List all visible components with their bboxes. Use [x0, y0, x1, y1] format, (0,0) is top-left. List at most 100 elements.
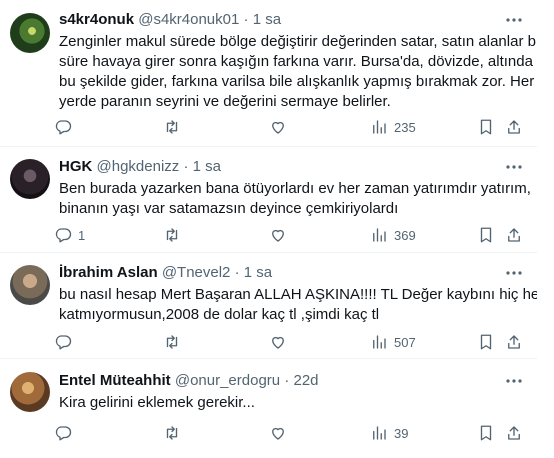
- tweet[interactable]: Entel Müteahhit @onur_erdogru · 22d Kira…: [0, 359, 537, 458]
- share-button[interactable]: [505, 423, 523, 443]
- reply-icon: [55, 120, 72, 135]
- reply-button[interactable]: [54, 117, 78, 137]
- reply-feed: s4kr4onuk @s4kr4onuk01 · 1 sa Zenginler …: [0, 0, 554, 458]
- bookmark-icon: [480, 334, 492, 350]
- avatar[interactable]: [10, 13, 50, 53]
- share-button[interactable]: [505, 332, 523, 352]
- retweet-button[interactable]: [163, 117, 181, 137]
- display-name[interactable]: İbrahim Aslan: [59, 264, 158, 281]
- share-icon: [508, 120, 520, 134]
- bookmark-button[interactable]: [477, 423, 495, 443]
- action-bar: 39: [0, 423, 537, 443]
- share-icon: [508, 228, 520, 242]
- page-margin: [537, 0, 554, 458]
- views-button[interactable]: 235: [370, 117, 416, 137]
- handle[interactable]: @Tnevel2: [162, 264, 231, 281]
- bookmark-button[interactable]: [477, 225, 495, 245]
- share-button[interactable]: [505, 225, 523, 245]
- more-icon[interactable]: [505, 159, 523, 179]
- retweet-icon: [166, 426, 178, 440]
- views-button[interactable]: 507: [370, 332, 416, 352]
- reply-button[interactable]: [54, 423, 78, 443]
- views-icon: [373, 426, 386, 440]
- tweet-text: Kira gelirini eklemek gerekir...: [59, 393, 514, 413]
- view-count: 507: [394, 334, 416, 350]
- tweet-text-line: süre havaya girer sonra kaşığın farkına …: [59, 53, 554, 70]
- more-icon[interactable]: [505, 373, 523, 393]
- timestamp[interactable]: 1 sa: [253, 11, 281, 28]
- action-bar: 235: [0, 117, 537, 137]
- views-icon: [373, 228, 386, 242]
- like-button[interactable]: [269, 423, 287, 443]
- tweet-text: bu nasıl hesap Mert Başaran ALLAH AŞKINA…: [59, 285, 554, 325]
- like-icon: [272, 336, 284, 349]
- avatar[interactable]: [10, 372, 50, 412]
- handle[interactable]: @onur_erdogru: [175, 372, 280, 389]
- like-icon: [272, 427, 284, 440]
- reply-button[interactable]: [54, 332, 78, 352]
- tweet[interactable]: HGK @hgkdenizz · 1 sa Ben burada yazarke…: [0, 147, 537, 253]
- views-button[interactable]: 369: [370, 225, 416, 245]
- bookmark-button[interactable]: [477, 332, 495, 352]
- avatar[interactable]: [10, 159, 50, 199]
- retweet-button[interactable]: [163, 423, 181, 443]
- handle[interactable]: @hgkdenizz: [97, 158, 180, 175]
- like-button[interactable]: [269, 332, 287, 352]
- timestamp[interactable]: 22d: [293, 372, 318, 389]
- tweet-header: İbrahim Aslan @Tnevel2 · 1 sa: [59, 263, 272, 283]
- tweet-text: Zenginler makul sürede bölge değiştirir …: [59, 32, 554, 112]
- retweet-button[interactable]: [163, 332, 181, 352]
- separator-dot: ·: [234, 264, 240, 281]
- share-button[interactable]: [505, 117, 523, 137]
- view-count: 39: [394, 425, 409, 441]
- tweet-text-line: Ben burada yazarken bana ötüyorlardı ev …: [59, 180, 531, 197]
- views-icon: [373, 335, 386, 349]
- separator-dot: ·: [183, 158, 189, 175]
- view-count: 235: [394, 119, 416, 135]
- tweet-text-line: Zenginler makul sürede bölge değiştirir …: [59, 33, 545, 50]
- bookmark-icon: [480, 425, 492, 441]
- tweet-text-line: Kira gelirini eklemek gerekir...: [59, 394, 255, 411]
- retweet-icon: [166, 335, 178, 349]
- display-name[interactable]: s4kr4onuk: [59, 11, 134, 28]
- retweet-button[interactable]: [163, 225, 181, 245]
- tweet-header: s4kr4onuk @s4kr4onuk01 · 1 sa: [59, 10, 281, 30]
- action-bar: 507: [0, 332, 537, 352]
- like-button[interactable]: [269, 225, 287, 245]
- reply-button[interactable]: 1: [54, 225, 85, 245]
- display-name[interactable]: Entel Müteahhit: [59, 372, 171, 389]
- bookmark-icon: [480, 227, 492, 243]
- tweet-text-line: katmıyormusun,2008 de dolar kaç tl ,şimd…: [59, 306, 380, 323]
- handle[interactable]: @s4kr4onuk01: [138, 11, 239, 28]
- views-button[interactable]: 39: [370, 423, 408, 443]
- tweet[interactable]: İbrahim Aslan @Tnevel2 · 1 sa bu nasıl h…: [0, 253, 554, 359]
- tweet-text: Ben burada yazarken bana ötüyorlardı ev …: [59, 179, 531, 219]
- tweet-text-line: binanın yaşı var satamazsın deyince çemk…: [59, 200, 399, 217]
- separator-dot: ·: [284, 372, 290, 389]
- retweet-icon: [166, 120, 178, 134]
- share-icon: [508, 426, 520, 440]
- tweet-text-line: bu nasıl hesap Mert Başaran ALLAH AŞKINA…: [59, 286, 554, 303]
- views-icon: [373, 120, 386, 134]
- separator-dot: ·: [243, 11, 249, 28]
- reply-count: 1: [78, 227, 86, 243]
- like-icon: [272, 229, 284, 242]
- display-name[interactable]: HGK: [59, 158, 92, 175]
- reply-icon: [55, 335, 72, 350]
- tweet[interactable]: s4kr4onuk @s4kr4onuk01 · 1 sa Zenginler …: [0, 0, 554, 147]
- action-bar: 1 369: [0, 225, 537, 245]
- view-count: 369: [394, 227, 416, 243]
- reply-icon: [55, 426, 72, 441]
- like-button[interactable]: [269, 117, 287, 137]
- tweet-text-line: yerde paranın seyrini ve değerini sermay…: [59, 93, 391, 110]
- bookmark-button[interactable]: [477, 117, 495, 137]
- avatar[interactable]: [10, 265, 50, 305]
- tweet-header: HGK @hgkdenizz · 1 sa: [59, 157, 221, 177]
- timestamp[interactable]: 1 sa: [193, 158, 221, 175]
- tweet-header: Entel Müteahhit @onur_erdogru · 22d: [59, 371, 319, 391]
- timestamp[interactable]: 1 sa: [244, 264, 272, 281]
- more-icon[interactable]: [505, 12, 523, 32]
- share-icon: [508, 335, 520, 349]
- like-icon: [272, 121, 284, 134]
- more-icon[interactable]: [505, 265, 523, 285]
